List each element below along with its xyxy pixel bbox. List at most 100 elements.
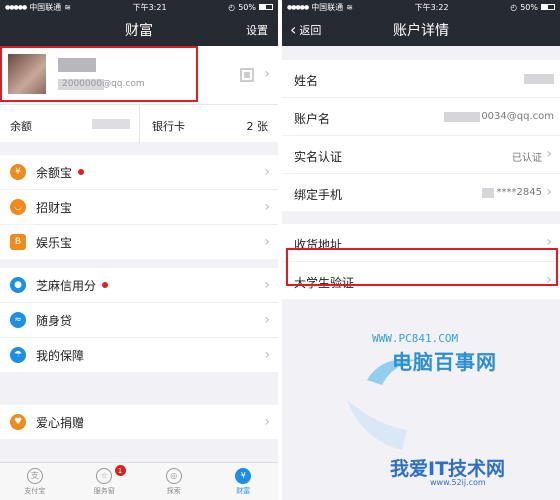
wealth-icon: ¥	[235, 467, 252, 484]
list-item-label: 余额宝	[36, 165, 73, 180]
list-item-label: 随身贷	[36, 313, 73, 328]
navbar: 财富 设置	[0, 14, 278, 46]
chevron-right-icon: ›	[264, 234, 270, 250]
list-item-sesame-credit[interactable]: ● 芝麻信用分 ›	[0, 268, 278, 302]
balance-row: 余额 银行卡 2 张	[0, 104, 278, 143]
explore-icon: ◎	[165, 467, 182, 484]
wifi-icon: ≋	[64, 2, 71, 12]
watermark-title: 电脑百事网	[392, 350, 497, 374]
list-item-zhaocaibao[interactable]: ◡ 招财宝 ›	[0, 190, 278, 224]
highlight-box	[0, 46, 198, 102]
row-label: 账户名	[294, 112, 331, 126]
battery-percent: 50%	[238, 2, 256, 12]
tab-explore[interactable]: ◎ 探索	[139, 463, 209, 500]
chevron-left-icon: ‹	[290, 20, 297, 39]
tab-label: 财富	[236, 486, 251, 495]
yuebao-icon: ¥	[10, 164, 26, 180]
notification-dot	[102, 282, 109, 288]
bank-card-count: 2 张	[246, 120, 269, 133]
heart-icon: ♥	[10, 414, 26, 430]
list-item-yuebao[interactable]: ¥ 余额宝 ›	[0, 155, 278, 189]
battery-icon	[541, 4, 555, 10]
list-item-loan[interactable]: ≈ 随身贷 ›	[0, 303, 278, 337]
bank-card-label[interactable]: 银行卡	[152, 118, 185, 134]
battery-percent: 50%	[520, 2, 538, 12]
chevron-right-icon: ›	[264, 164, 270, 180]
watermark: WWW.PC841.COM 电脑百事网 我爱IT技术网 www.52ij.com	[322, 330, 552, 487]
divider	[139, 105, 140, 143]
list-item-insurance[interactable]: ☂ 我的保障 ›	[0, 338, 278, 372]
sesame-credit-icon: ●	[10, 277, 26, 293]
highlight-box	[286, 248, 558, 286]
status-bar: ●●●●● 中国联通 ≋ 下午3:21 ◴ 50%	[0, 0, 278, 14]
wing-icon	[347, 400, 407, 450]
row-verification[interactable]: 实名认证 已认证 ›	[282, 136, 560, 173]
tab-label: 支付宝	[24, 486, 46, 495]
clock: 下午3:22	[414, 2, 449, 12]
row-name[interactable]: 姓名	[282, 60, 560, 97]
row-label: 绑定手机	[294, 188, 343, 202]
umbrella-icon: ☂	[10, 347, 26, 363]
list-item-label: 我的保障	[36, 348, 85, 363]
row-account-name[interactable]: 账户名 0034@qq.com	[282, 98, 560, 135]
carrier-label: 中国联通	[311, 2, 344, 12]
chevron-right-icon: ›	[264, 312, 270, 328]
wifi-icon: ≋	[346, 2, 353, 12]
row-label: 实名认证	[294, 150, 343, 164]
back-label: 返回	[299, 24, 322, 37]
watermark-url-2: www.52ij.com	[430, 478, 486, 487]
zhaocaibao-icon: ◡	[10, 199, 26, 215]
signal-icon: ●●●●●	[287, 3, 309, 11]
loan-icon: ≈	[10, 312, 26, 328]
phone-value: ****2845	[496, 187, 542, 198]
notification-badge: 1	[114, 465, 126, 476]
verification-status: 已认证	[512, 153, 542, 164]
phone-masked	[482, 188, 494, 198]
wealth-screen: ●●●●● 中国联通 ≋ 下午3:21 ◴ 50% 财富 设置 2000000@qq.…	[0, 0, 278, 500]
chevron-right-icon: ›	[264, 277, 270, 293]
list-item-yulebao[interactable]: B 娱乐宝 ›	[0, 225, 278, 259]
alarm-icon: ◴	[510, 2, 518, 12]
carrier-label: 中国联通	[29, 2, 62, 12]
tab-bar: 支 支付宝 ☆ 1 服务窗 ◎ 探索 ¥ 财富	[0, 462, 278, 500]
list-item-label: 招财宝	[36, 200, 73, 215]
row-label: 姓名	[294, 74, 319, 88]
balance-label[interactable]: 余额	[10, 118, 32, 134]
tab-alipay[interactable]: 支 支付宝	[0, 463, 70, 500]
chevron-right-icon: ›	[264, 199, 270, 215]
account-masked	[444, 112, 480, 122]
chevron-right-icon: ›	[546, 146, 552, 162]
chevron-right-icon: ›	[264, 414, 270, 430]
list-item-label: 娱乐宝	[36, 235, 73, 250]
tab-label: 服务窗	[93, 486, 115, 495]
yulebao-icon: B	[10, 234, 26, 250]
clock: 下午3:21	[132, 2, 167, 12]
list-item-label: 爱心捐赠	[36, 415, 85, 430]
account-name-value: 0034@qq.com	[481, 111, 554, 122]
chevron-right-icon: ›	[264, 347, 270, 363]
notification-dot	[78, 169, 85, 175]
status-bar: ●●●●● 中国联通 ≋ 下午3:22 ◴ 50%	[282, 0, 560, 14]
tab-service-window[interactable]: ☆ 1 服务窗	[70, 463, 140, 500]
name-masked	[524, 74, 554, 84]
alarm-icon: ◴	[228, 2, 236, 12]
tab-label: 探索	[166, 486, 181, 495]
qr-code-icon[interactable]	[240, 68, 254, 82]
chevron-right-icon: ›	[546, 184, 552, 200]
row-phone[interactable]: 绑定手机 ****2845 ›	[282, 174, 560, 211]
back-button[interactable]: ‹ 返回	[290, 22, 321, 38]
list-item-label: 芝麻信用分	[36, 278, 97, 293]
page-title: 账户详情	[393, 23, 449, 39]
settings-button[interactable]: 设置	[246, 22, 268, 38]
balance-value-masked	[92, 119, 130, 129]
page-title: 财富	[125, 23, 153, 39]
watermark-url: WWW.PC841.COM	[372, 332, 459, 345]
chevron-right-icon: ›	[264, 66, 270, 82]
battery-icon	[259, 4, 273, 10]
list-item-donation[interactable]: ♥ 爱心捐赠 ›	[0, 405, 278, 439]
watermark-title-2: 我爱IT技术网	[390, 458, 506, 480]
navbar: ‹ 返回 账户详情	[282, 14, 560, 46]
alipay-icon: 支	[26, 467, 43, 484]
tab-wealth[interactable]: ¥ 财富	[209, 463, 279, 500]
service-window-icon: ☆	[96, 467, 113, 484]
